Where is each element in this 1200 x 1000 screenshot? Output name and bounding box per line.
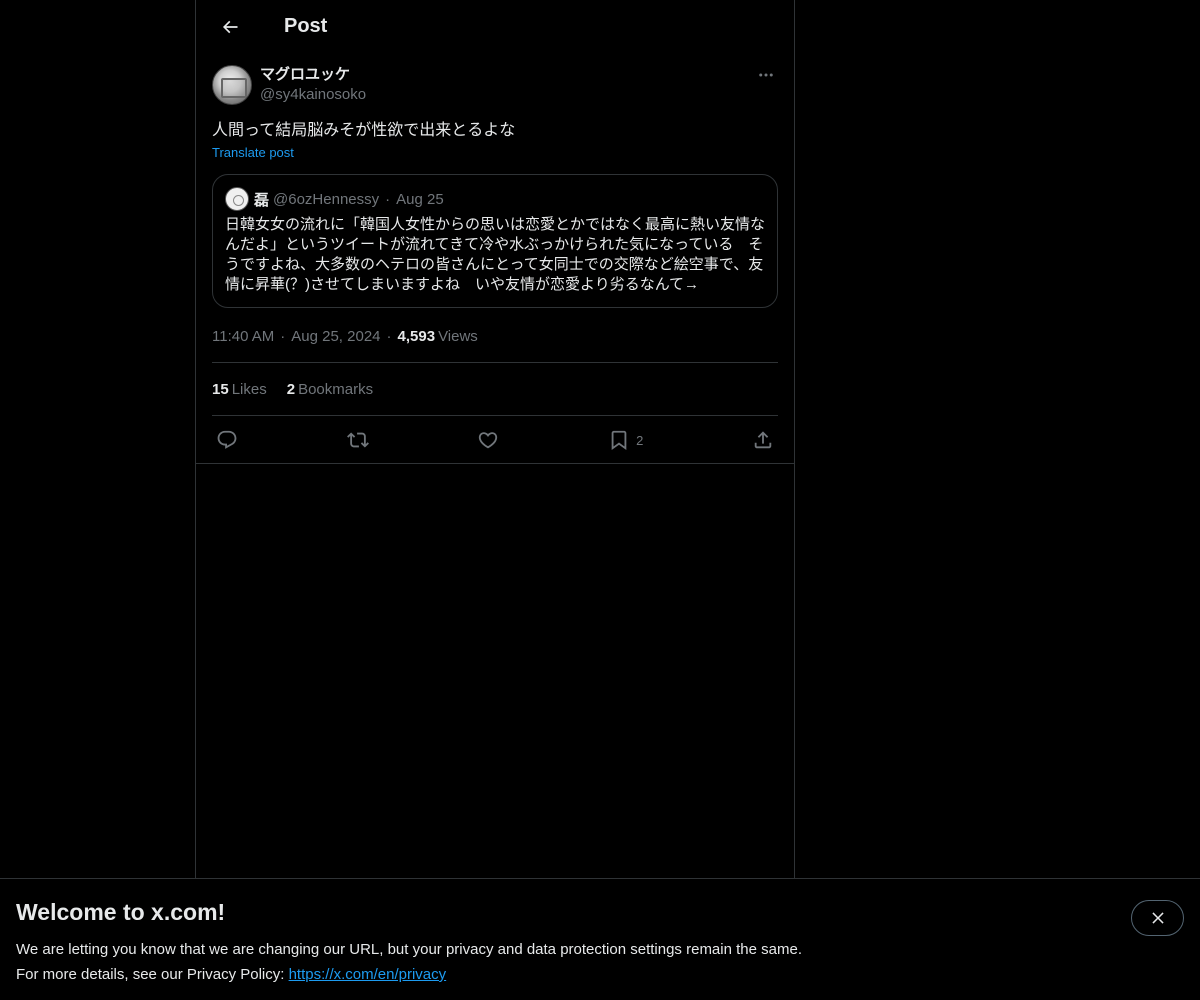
close-icon (1151, 912, 1164, 924)
reply-button[interactable] (216, 429, 238, 451)
bookmark-icon (611, 430, 627, 451)
author-names: マグロユッケ @sy4kainosoko (260, 65, 366, 105)
repost-button[interactable] (346, 429, 369, 451)
reply-icon (217, 430, 237, 449)
author-row: マグロユッケ @sy4kainosoko (212, 65, 778, 105)
avatar[interactable] (212, 65, 252, 105)
likes-label: Likes (231, 380, 267, 398)
author-handle[interactable]: @sy4kainosoko (260, 85, 366, 105)
bookmarks-count: 2 (286, 380, 296, 398)
repost-icon (346, 432, 369, 448)
quote-avatar (225, 187, 249, 211)
like-button[interactable] (477, 429, 499, 451)
bookmark-button[interactable]: 2 (608, 429, 643, 451)
action-bar: 2 (212, 416, 778, 464)
privacy-policy-link[interactable]: https://x.com/en/privacy (289, 966, 447, 983)
page-header: Post (196, 0, 794, 53)
views-label: Views (438, 327, 478, 345)
post-text: 人間って結局脳みそが性欲で出来とるよな (212, 122, 516, 139)
page-title: Post (284, 15, 328, 37)
back-button[interactable] (212, 9, 248, 45)
quote-author-name: 磊 (254, 191, 270, 209)
meta-separator: · (280, 327, 286, 345)
post-stats: 15 Likes 2 Bookmarks (212, 363, 778, 415)
banner-close-button[interactable] (1131, 900, 1184, 936)
bookmarks-label: Bookmarks (298, 380, 374, 398)
banner-text: We are letting you know that we are chan… (16, 937, 1184, 987)
quote-separator: · (385, 190, 391, 208)
welcome-banner: Welcome to x.com! We are letting you kno… (0, 878, 1200, 1000)
post-meta: 11:40 AM · Aug 25, 2024 · 4,593 Views (212, 324, 778, 348)
post: マグロユッケ @sy4kainosoko 人間って結局脳みそが性欲で出来とるよな… (196, 53, 794, 464)
likes-stat[interactable]: 15 Likes (212, 381, 267, 398)
quote-header: 磊 @6ozHennessy · Aug 25 (225, 187, 765, 211)
post-bottom-divider (196, 463, 794, 464)
quote-text: 日韓女女の流れに「韓国人女性からの思いは恋愛とかではなく最高に熱い友情なんだよ」… (225, 216, 766, 293)
likes-count: 15 (212, 380, 229, 398)
bookmark-action-count: 2 (636, 432, 644, 448)
banner-line-1: We are letting you know that we are chan… (16, 941, 802, 958)
banner-title: Welcome to x.com! (16, 899, 226, 925)
share-icon (754, 431, 772, 449)
views-count: 4,593 (397, 327, 436, 345)
banner-line-2-prefix: For more details, see our Privacy Policy… (16, 966, 289, 983)
post-time[interactable]: 11:40 AM (212, 328, 274, 345)
banner-line-2: For more details, see our Privacy Policy… (16, 962, 1184, 987)
post-date[interactable]: Aug 25, 2024 (291, 328, 380, 345)
back-arrow-icon (222, 20, 238, 33)
author-display-name[interactable]: マグロユッケ (260, 65, 366, 85)
quote-author-handle: @6ozHennessy (273, 190, 380, 208)
more-button[interactable] (754, 65, 778, 85)
translate-post-link[interactable]: Translate post (212, 145, 294, 160)
main-column: Post マグロユッケ @sy4kainosoko 人間って結局脳みそが性欲で出… (195, 0, 795, 879)
quote-date: Aug 25 (396, 190, 444, 208)
meta-separator: · (386, 327, 392, 345)
like-icon (479, 432, 498, 449)
bookmarks-stat[interactable]: 2 Bookmarks (287, 381, 373, 398)
more-icon (759, 73, 773, 77)
share-button[interactable] (752, 429, 774, 451)
quoted-post[interactable]: 磊 @6ozHennessy · Aug 25 日韓女女の流れに「韓国人女性から… (212, 174, 778, 308)
